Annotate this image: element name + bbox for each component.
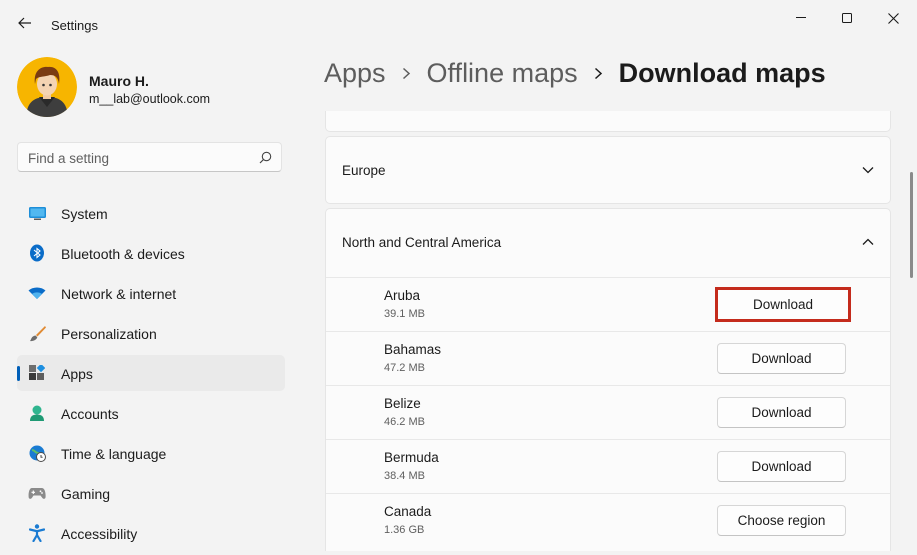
country-name: Belize (384, 396, 421, 411)
download-button[interactable]: Download (717, 451, 846, 482)
chevron-down-icon (862, 167, 874, 174)
list-item: Belize 46.2 MB Download (326, 385, 890, 439)
minimize-icon (795, 17, 806, 18)
user-email: m__lab@outlook.com (89, 92, 211, 106)
chevron-right-icon (402, 67, 411, 80)
list-item: Canada 1.36 GB Choose region (326, 493, 890, 547)
chevron-right-icon (594, 67, 603, 80)
sidebar-item-label: Accounts (61, 406, 119, 422)
close-button[interactable] (870, 4, 916, 32)
chevron-up-icon (862, 238, 874, 245)
region-label: North and Central America (342, 235, 502, 250)
sidebar-item-label: Time & language (61, 446, 167, 462)
search-input[interactable]: Find a setting (17, 142, 282, 172)
title-bar: Settings (0, 0, 917, 48)
region-label: Europe (342, 163, 386, 178)
wifi-icon (28, 284, 46, 302)
apps-icon (28, 364, 46, 382)
gamepad-icon (28, 484, 46, 502)
close-icon (887, 12, 899, 24)
country-size: 1.36 GB (384, 524, 425, 536)
sidebar-item-label: Gaming (61, 486, 111, 502)
country-size: 47.2 MB (384, 362, 425, 374)
back-button[interactable] (12, 10, 38, 36)
sidebar-item-label: Bluetooth & devices (61, 246, 185, 262)
sidebar-item-bluetooth[interactable]: Bluetooth & devices (17, 235, 285, 271)
sidebar-item-label: Network & internet (61, 286, 177, 302)
brush-icon (28, 324, 46, 342)
download-button[interactable]: Download (715, 287, 851, 322)
sidebar-item-label: Apps (61, 366, 93, 382)
breadcrumb: Apps Offline maps Download maps (324, 58, 826, 89)
active-indicator (17, 366, 20, 381)
sidebar-item-gaming[interactable]: Gaming (17, 475, 285, 511)
avatar (17, 57, 77, 117)
minimize-button[interactable] (778, 4, 824, 32)
previous-region-card[interactable] (325, 111, 891, 132)
list-item: Bermuda 38.4 MB Download (326, 439, 890, 493)
region-north-central-america: North and Central America Aruba 39.1 MB … (325, 208, 891, 551)
globe-clock-icon (28, 444, 46, 462)
accessibility-icon (28, 524, 46, 542)
country-name: Bahamas (384, 342, 442, 357)
sidebar-item-time-language[interactable]: Time & language (17, 435, 285, 471)
region-europe[interactable]: Europe (325, 136, 891, 204)
user-name: Mauro H. (89, 73, 149, 89)
sidebar-item-label: System (61, 206, 108, 222)
region-header[interactable]: North and Central America (326, 209, 890, 277)
country-name: Aruba (384, 288, 421, 303)
breadcrumb-apps[interactable]: Apps (324, 58, 386, 89)
system-icon (28, 204, 46, 222)
page-title: Download maps (618, 58, 826, 88)
sidebar-item-accounts[interactable]: Accounts (17, 395, 285, 431)
maps-region-list: Europe North and Central America Aruba 3… (325, 111, 892, 551)
search-icon (259, 151, 272, 164)
bluetooth-icon (28, 244, 46, 262)
maximize-icon (841, 12, 852, 23)
sidebar-item-network[interactable]: Network & internet (17, 275, 285, 311)
app-title: Settings (51, 18, 98, 33)
sidebar-item-accessibility[interactable]: Accessibility (17, 515, 285, 551)
accounts-icon (28, 404, 46, 422)
sidebar-item-label: Accessibility (61, 526, 138, 542)
list-item: Aruba 39.1 MB Download (326, 277, 890, 331)
download-button[interactable]: Download (717, 397, 846, 428)
download-button[interactable]: Download (717, 343, 846, 374)
maximize-button[interactable] (824, 4, 870, 32)
search-placeholder: Find a setting (28, 151, 110, 166)
sidebar-item-system[interactable]: System (17, 195, 285, 231)
choose-region-button[interactable]: Choose region (717, 505, 846, 536)
scrollbar[interactable] (910, 172, 913, 278)
back-arrow-icon (18, 17, 31, 29)
country-size: 39.1 MB (384, 308, 425, 320)
country-size: 46.2 MB (384, 416, 425, 428)
list-item: Bahamas 47.2 MB Download (326, 331, 890, 385)
country-name: Bermuda (384, 450, 439, 465)
country-name: Canada (384, 504, 432, 519)
sidebar-item-personalization[interactable]: Personalization (17, 315, 285, 351)
sidebar-nav: System Bluetooth & devices Network & int… (17, 195, 285, 555)
country-size: 38.4 MB (384, 470, 425, 482)
breadcrumb-offline-maps[interactable]: Offline maps (427, 58, 578, 89)
sidebar-item-label: Personalization (61, 326, 157, 342)
sidebar-item-apps[interactable]: Apps (17, 355, 285, 391)
